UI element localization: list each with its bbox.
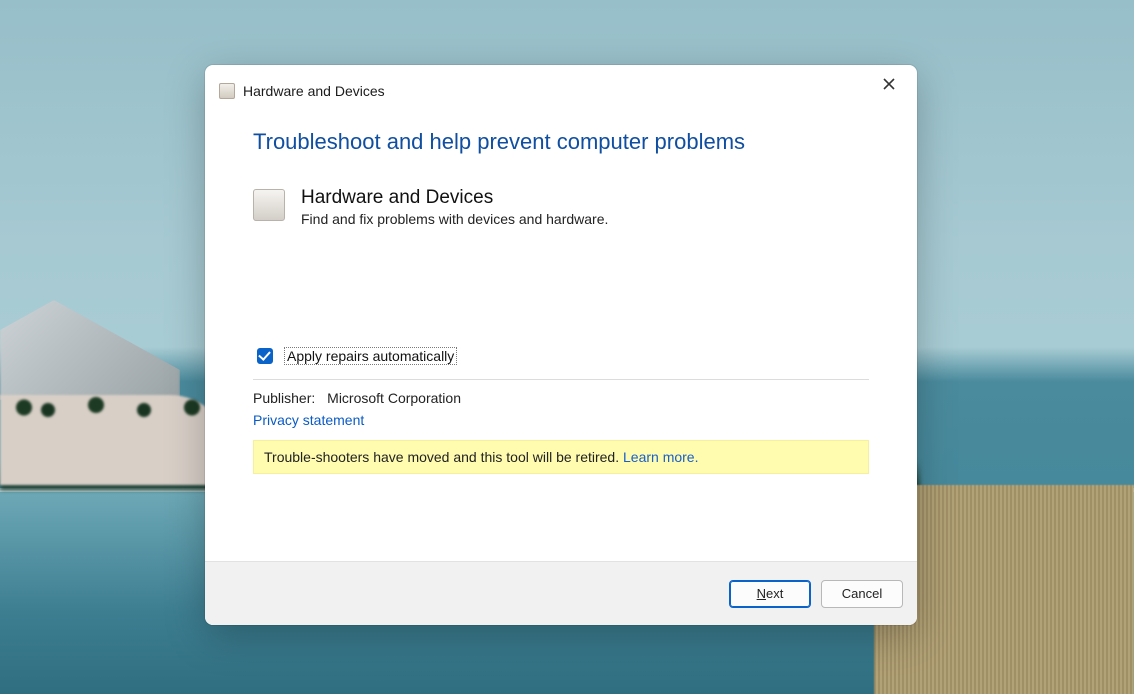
publisher-row: Publisher: Microsoft Corporation [253,390,869,406]
apply-repairs-row: Apply repairs automatically [253,345,869,367]
notice-text: Trouble-shooters have moved and this too… [264,449,623,465]
learn-more-link[interactable]: Learn more. [623,449,698,465]
item-texts: Hardware and Devices Find and fix proble… [301,187,608,227]
hardware-icon [219,83,235,99]
retirement-notice: Trouble-shooters have moved and this too… [253,440,869,474]
publisher-value: Microsoft Corporation [327,390,461,406]
dialog-footer: Next Cancel [205,561,917,625]
privacy-statement-link[interactable]: Privacy statement [253,412,869,428]
next-button[interactable]: Next [729,580,811,608]
window-title: Hardware and Devices [243,83,385,99]
item-title: Hardware and Devices [301,187,608,209]
cancel-button[interactable]: Cancel [821,580,903,608]
next-accelerator: N [757,586,766,601]
device-icon [253,189,285,221]
apply-repairs-label[interactable]: Apply repairs automatically [284,347,457,365]
item-description: Find and fix problems with devices and h… [301,211,608,227]
page-heading: Troubleshoot and help prevent computer p… [253,129,869,155]
content-area: Troubleshoot and help prevent computer p… [205,105,917,561]
options-section: Apply repairs automatically Publisher: M… [253,345,869,474]
window-header: Hardware and Devices [205,83,917,105]
next-suffix: ext [766,586,783,601]
publisher-label: Publisher: [253,390,315,406]
troubleshooter-dialog: Hardware and Devices Troubleshoot and he… [205,65,917,625]
troubleshooter-item: Hardware and Devices Find and fix proble… [253,187,869,227]
apply-repairs-checkbox[interactable] [257,348,273,364]
divider [253,379,869,380]
